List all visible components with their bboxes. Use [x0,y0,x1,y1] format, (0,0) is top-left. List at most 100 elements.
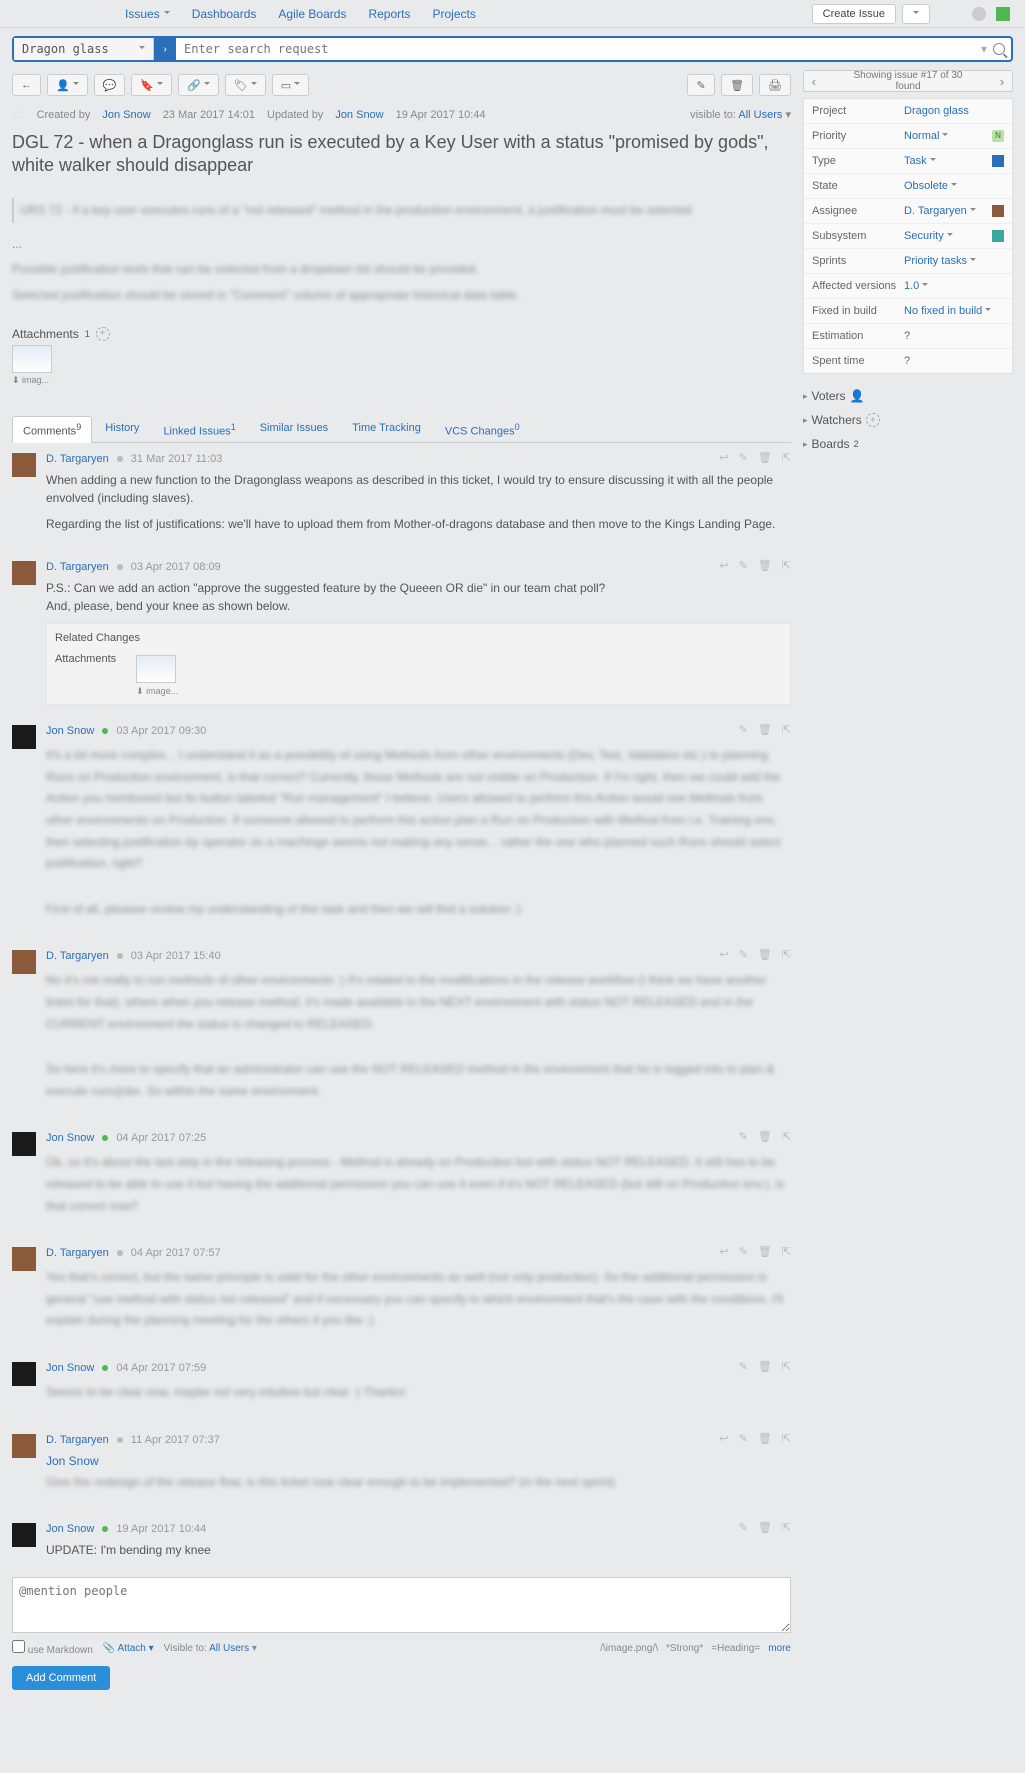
delete-button[interactable]: 🗑 [721,74,753,96]
star-icon[interactable]: ☆ [12,106,25,123]
updated-by-user[interactable]: Jon Snow [335,109,383,121]
comment-action-icon[interactable]: ✎ [739,1360,748,1373]
comment-action-icon[interactable]: ⇱ [782,723,791,736]
voters-section[interactable]: Voters 👤 [803,384,1013,408]
comment-action-icon[interactable]: ✎ [739,1521,748,1534]
comment-action-icon[interactable]: 🗑 [758,1130,772,1143]
settings-icon[interactable] [972,7,986,21]
comment-action-icon[interactable]: ✎ [739,559,748,572]
field-project-value[interactable]: Dragon glass [904,105,1004,117]
search-input[interactable] [176,38,975,60]
field-affected-value[interactable]: 1.0 [904,280,1004,292]
pager-prev[interactable]: ‹ [804,71,824,91]
created-by-user[interactable]: Jon Snow [102,109,150,121]
nav-projects[interactable]: Projects [432,7,475,21]
comment-author[interactable]: Jon Snow [46,1132,94,1144]
comment-author[interactable]: D. Targaryen [46,1247,109,1259]
comment-visible-value[interactable]: All Users [209,1643,249,1654]
comment-author[interactable]: Jon Snow [46,1523,94,1535]
comment-action-icon[interactable]: ✎ [739,1432,748,1445]
markdown-checkbox[interactable]: use Markdown [12,1640,93,1656]
comment-action-icon[interactable]: ↩ [719,948,728,961]
field-estimation-value[interactable]: ? [904,330,1004,342]
comment-author[interactable]: D. Targaryen [46,950,109,962]
comment-action-icon[interactable]: ✎ [739,723,748,736]
create-issue-dropdown[interactable] [902,4,930,24]
tag-tool-button[interactable]: 🔖 [131,74,172,96]
field-spent-value[interactable]: ? [904,355,1004,367]
comment-action-icon[interactable]: ✎ [739,1245,748,1258]
comment-action-icon[interactable]: 🗑 [758,1521,772,1534]
field-fixed-value[interactable]: No fixed in build [904,305,1004,317]
label-tool-button[interactable]: 🏷 [225,74,266,96]
search-go-button[interactable]: › [154,38,176,60]
comment-author[interactable]: Jon Snow [46,725,94,737]
back-button[interactable]: ← [12,74,41,96]
nav-agile-boards[interactable]: Agile Boards [278,7,346,21]
comment-action-icon[interactable]: ⇱ [782,1521,791,1534]
pager-next[interactable]: › [992,71,1012,91]
field-type-value[interactable]: Task [904,155,992,167]
tab-comments[interactable]: Comments9 [12,416,92,444]
tab-linked-issues[interactable]: Linked Issues1 [152,416,246,443]
related-thumbnail[interactable] [136,655,176,683]
nav-reports[interactable]: Reports [368,7,410,21]
comment-action-icon[interactable]: ↩ [719,559,728,572]
comment-action-icon[interactable]: ⇱ [782,1130,791,1143]
field-state-value[interactable]: Obsolete [904,180,1004,192]
search-icon[interactable] [993,43,1005,55]
tab-time-tracking[interactable]: Time Tracking [341,416,432,443]
tab-vcs-changes[interactable]: VCS Changes0 [434,416,531,443]
watchers-section[interactable]: Watchers + [803,408,1013,432]
search-dropdown-icon[interactable]: ▾ [981,42,987,56]
tab-similar-issues[interactable]: Similar Issues [249,416,339,443]
assignee-tool-button[interactable]: 👤 [47,74,88,96]
comment-author[interactable]: D. Targaryen [46,1434,109,1446]
link-tool-button[interactable]: 🔗 [178,74,219,96]
comment-tool-button[interactable]: 💬 [94,74,126,96]
nav-dashboards[interactable]: Dashboards [192,7,257,21]
comment-action-icon[interactable]: ⇱ [782,451,791,464]
comment-action-icon[interactable]: 🗑 [758,1432,772,1445]
visible-to-value[interactable]: All Users [738,109,782,121]
comment-action-icon[interactable]: ⇱ [782,948,791,961]
field-assignee-value[interactable]: D. Targaryen [904,205,992,217]
attach-link[interactable]: 📎 Attach ▾ [103,1643,154,1654]
comment-action-icon[interactable]: 🗑 [758,451,772,464]
comment-action-icon[interactable]: ↩ [719,1245,728,1258]
window-tool-button[interactable]: ▭ [272,74,309,96]
add-attachment-button[interactable]: + [96,327,110,341]
comment-action-icon[interactable]: ⇱ [782,1432,791,1445]
comment-author[interactable]: D. Targaryen [46,453,109,465]
boards-section[interactable]: Boards2 [803,432,1013,456]
comment-author[interactable]: Jon Snow [46,1362,94,1374]
comment-action-icon[interactable]: ✎ [739,1130,748,1143]
add-comment-button[interactable]: Add Comment [12,1666,110,1690]
comment-action-icon[interactable]: 🗑 [758,1360,772,1373]
comment-action-icon[interactable]: ✎ [739,451,748,464]
tab-history[interactable]: History [94,416,150,443]
nav-issues[interactable]: Issues [125,7,170,21]
field-priority-value[interactable]: Normal [904,130,992,142]
whats-new-icon[interactable] [996,7,1010,21]
comment-input[interactable] [12,1577,791,1633]
comment-action-icon[interactable]: ⇱ [782,1245,791,1258]
field-sprints-value[interactable]: Priority tasks [904,255,1004,267]
comment-action-icon[interactable]: ✎ [739,948,748,961]
comment-action-icon[interactable]: 🗑 [758,559,772,572]
create-issue-button[interactable]: Create Issue [812,4,896,24]
comment-action-icon[interactable]: ⇱ [782,559,791,572]
edit-button[interactable]: ✎ [687,74,715,96]
comment-action-icon[interactable]: 🗑 [758,723,772,736]
hint-more[interactable]: more [768,1643,791,1654]
add-watcher-button[interactable]: + [866,413,880,427]
comment-action-icon[interactable]: ⇱ [782,1360,791,1373]
comment-mention[interactable]: Jon Snow [46,1454,99,1468]
comment-action-icon[interactable]: 🗑 [758,1245,772,1258]
print-button[interactable]: 🖨 [759,74,791,96]
attachment-thumbnail[interactable] [12,345,52,373]
project-selector[interactable]: Dragon glass [14,38,154,60]
comment-action-icon[interactable]: ↩ [719,451,728,464]
comment-action-icon[interactable]: 🗑 [758,948,772,961]
comment-author[interactable]: D. Targaryen [46,561,109,573]
